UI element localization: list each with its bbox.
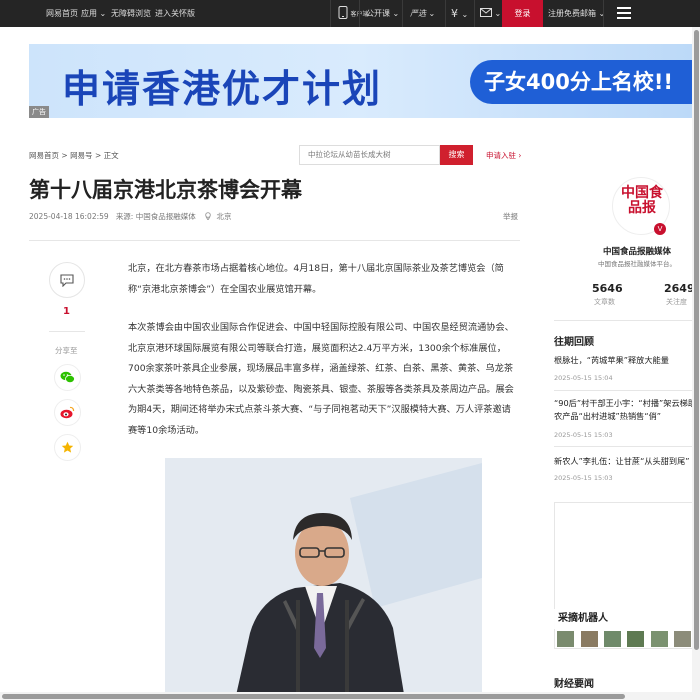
register-mail-menu[interactable]: 注册免费邮箱 ⌄	[548, 0, 605, 27]
past-article-link[interactable]: 新农人”李扎伍：让甘蔗“从头甜到尾”	[554, 455, 700, 468]
author-name[interactable]: 中国食品报融媒体	[603, 245, 671, 257]
past-article-link[interactable]: “90后”村干部王小宇：“村播”架云梯助农产品“出村进城”热销售“俏”	[554, 397, 700, 423]
article-title: 第十八届京港北京茶博会开幕	[29, 178, 302, 202]
ad-tag: 广告	[29, 106, 49, 118]
past-article-time: 2025-05-15 15:04	[554, 374, 613, 382]
article-photo	[165, 458, 482, 700]
breadcrumb-current: 正文	[103, 151, 119, 160]
favorite-button[interactable]	[54, 434, 81, 461]
past-article-link[interactable]: 根脉壮，“芮城苹果”释放大能量	[554, 354, 700, 367]
video-thumbnail[interactable]	[651, 631, 668, 647]
finance-news-heading: 财经要闻	[554, 679, 594, 690]
past-article-time: 2025-05-15 15:03	[554, 431, 613, 439]
report-link[interactable]: 举报	[503, 211, 518, 222]
phone-icon	[338, 6, 348, 19]
divider	[554, 320, 700, 321]
breadcrumb-home[interactable]: 网易首页	[29, 151, 59, 160]
apply-entry-link[interactable]: 申请入驻 ›	[486, 150, 521, 161]
follower-count-label: 关注度	[666, 298, 687, 306]
video-thumbnail[interactable]	[604, 631, 621, 647]
video-card-title: 采摘机器人	[554, 609, 700, 629]
weibo-share-button[interactable]	[54, 399, 81, 426]
article-paragraph: 本次茶博会由中国农业国际合作促进会、中国中轻国际控股有限公司、中国农垦经贸流通协…	[128, 322, 514, 436]
nav-care-mode-link[interactable]: 进入关怀版	[155, 0, 195, 27]
follower-count: 2649	[664, 282, 695, 295]
banner-ad-title: 申请香港优才计划	[62, 67, 383, 111]
article-paragraph: 北京，在北方春茶市场占据着核心地位。4月18日，第十八届北京国际茶业及茶艺博览会…	[128, 263, 504, 295]
speaker-photo-illustration	[165, 458, 482, 700]
divider	[474, 0, 475, 27]
banner-ad[interactable]: 申请香港优才计划 子女400分上名校!! 广告	[29, 44, 692, 118]
article-count: 5646	[592, 282, 623, 295]
yen-icon[interactable]: ¥ ⌄	[451, 0, 468, 27]
divider	[445, 0, 446, 27]
search-input[interactable]: 中拉论坛从幼苗长成大树	[299, 145, 440, 165]
public-class-menu[interactable]: 公开课 ⌄	[366, 0, 399, 27]
video-thumbnail[interactable]	[557, 631, 574, 647]
hamburger-menu-icon[interactable]	[617, 7, 631, 19]
video-thumbnail[interactable]	[674, 631, 691, 647]
divider	[49, 331, 85, 332]
top-nav-bar: 网易首页 应用 ⌄ 无障碍浏览 进入关怀版 客户端 公开课 ⌄ 严选 ⌄ ¥ ⌄…	[0, 0, 700, 27]
past-article-time: 2025-05-15 15:03	[554, 474, 613, 482]
comment-button[interactable]	[49, 262, 85, 298]
article-location: 北京	[216, 212, 232, 221]
vertical-scrollbar-thumb[interactable]	[694, 30, 699, 650]
star-icon	[61, 441, 74, 453]
wechat-icon	[60, 371, 75, 383]
comment-count: 1	[63, 306, 70, 317]
client-app-link[interactable]: 客户端	[338, 0, 369, 27]
divider	[29, 240, 520, 241]
divider	[330, 0, 331, 27]
divider	[554, 446, 700, 447]
login-button[interactable]: 登录	[502, 0, 543, 27]
banner-ad-pill: 子女400分上名校!!	[470, 60, 692, 104]
video-thumbnail[interactable]	[581, 631, 598, 647]
search-button[interactable]: 搜索	[440, 145, 473, 165]
horizontal-scrollbar-thumb[interactable]	[2, 694, 625, 699]
article-source[interactable]: 来源: 中国食品报融媒体	[116, 212, 196, 221]
divider	[402, 0, 403, 27]
author-description: 中国食品报社融媒体平台。	[598, 260, 676, 268]
share-label: 分享至	[55, 346, 78, 355]
yanxuan-menu[interactable]: 严选 ⌄	[410, 0, 435, 27]
breadcrumb-channel[interactable]: 网易号	[70, 151, 93, 160]
breadcrumb: 网易首页 > 网易号 > 正文	[29, 151, 119, 160]
video-thumbnail[interactable]	[627, 631, 644, 647]
comment-icon	[60, 274, 74, 287]
mail-icon	[480, 8, 492, 17]
nav-home-link[interactable]: 网易首页	[46, 0, 78, 27]
nav-apps-menu[interactable]: 应用 ⌄	[81, 0, 106, 27]
wechat-share-button[interactable]	[54, 364, 81, 391]
article-datetime: 2025-04-18 16:02:59	[29, 212, 109, 221]
divider	[554, 390, 700, 391]
weibo-icon	[60, 406, 75, 419]
location-pin-icon	[205, 212, 211, 220]
verified-badge-icon: V	[654, 223, 666, 235]
divider	[359, 0, 360, 27]
article-meta: 2025-04-18 16:02:59 来源: 中国食品报融媒体 北京	[29, 211, 232, 222]
divider	[603, 0, 604, 27]
mail-menu[interactable]: ⌄	[480, 0, 501, 27]
article-count-label: 文章数	[594, 298, 615, 306]
author-logo: 中国食品报	[621, 185, 663, 216]
nav-accessibility-link[interactable]: 无障碍浏览	[111, 0, 151, 27]
past-articles-heading: 往期回顾	[554, 337, 594, 348]
